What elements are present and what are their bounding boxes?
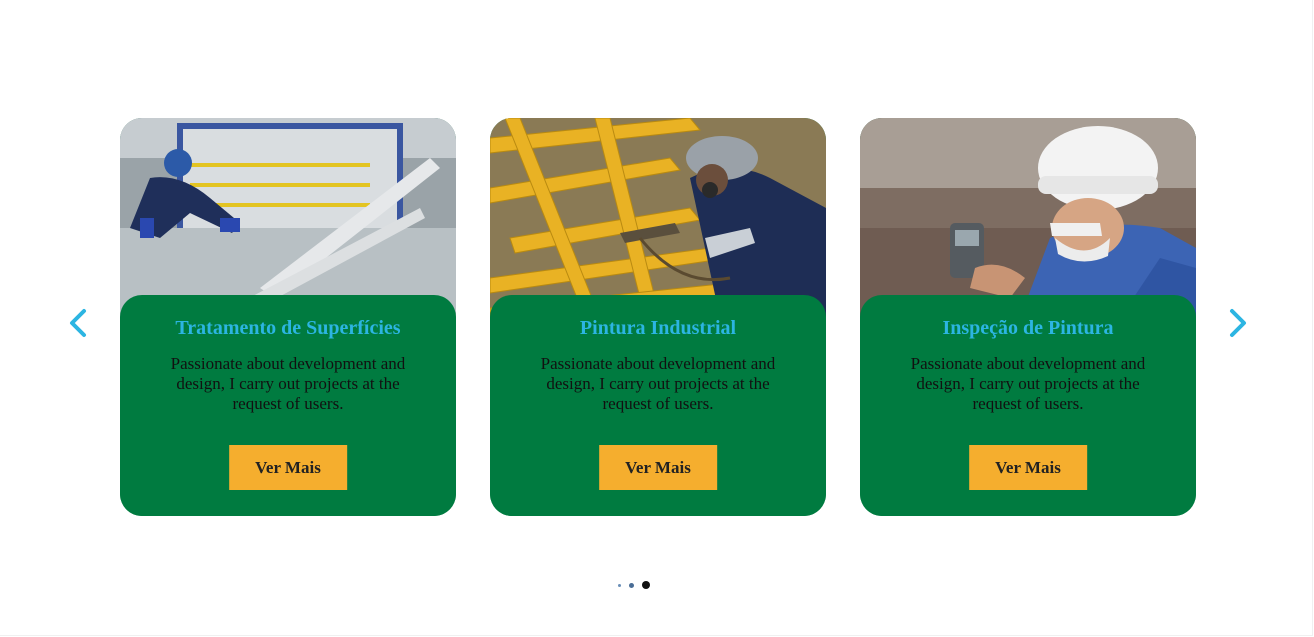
worker-surface-treatment-photo: [120, 118, 456, 318]
card-body: Tratamento de Superfícies Passionate abo…: [120, 295, 456, 516]
chevron-right-icon: [1230, 309, 1246, 337]
carousel-pagination: [618, 579, 650, 591]
worker-paint-inspection-photo: [860, 118, 1196, 318]
card-body: Inspeção de Pintura Passionate about dev…: [860, 295, 1196, 516]
chevron-left-icon: [70, 309, 86, 337]
pagination-dot[interactable]: [629, 582, 634, 588]
pagination-dot-active[interactable]: [642, 581, 650, 589]
card-description: Passionate about development and design,…: [540, 354, 776, 413]
card-body: Pintura Industrial Passionate about deve…: [490, 295, 826, 516]
card-description: Passionate about development and design,…: [910, 354, 1146, 413]
ver-mais-button[interactable]: Ver Mais: [599, 445, 717, 490]
carousel-prev-button[interactable]: [60, 304, 96, 342]
carousel-next-button[interactable]: [1220, 304, 1256, 342]
ver-mais-button[interactable]: Ver Mais: [969, 445, 1087, 490]
service-card: Tratamento de Superfícies Passionate abo…: [120, 118, 456, 516]
pagination-dot[interactable]: [618, 583, 621, 587]
service-card: Pintura Industrial Passionate about deve…: [490, 118, 826, 516]
card-description: Passionate about development and design,…: [170, 354, 406, 413]
ver-mais-button[interactable]: Ver Mais: [229, 445, 347, 490]
service-card: Inspeção de Pintura Passionate about dev…: [860, 118, 1196, 516]
card-title: Pintura Industrial: [579, 317, 737, 339]
card-title: Tratamento de Superfícies: [175, 317, 401, 339]
card-title: Inspeção de Pintura: [942, 317, 1114, 339]
worker-spray-painting-photo: [490, 118, 826, 318]
